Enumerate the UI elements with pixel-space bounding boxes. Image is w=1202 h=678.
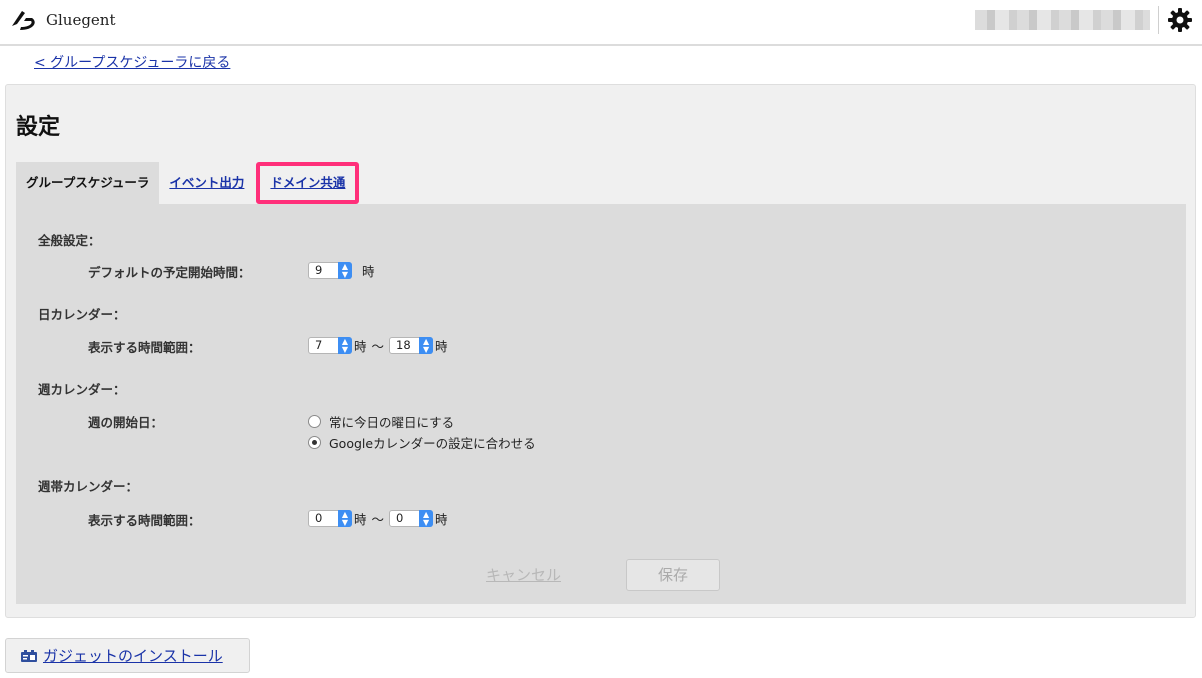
radio-label: 常に今日の曜日にする <box>329 415 455 430</box>
app-name: Gluegent <box>46 11 116 29</box>
hour-unit: 時 <box>354 512 367 527</box>
gear-icon[interactable] <box>1167 7 1193 33</box>
back-to-scheduler-link[interactable]: < グループスケジューラに戻る <box>34 52 230 72</box>
weekband-to-value: 0 <box>396 511 404 525</box>
cancel-button[interactable]: キャンセル <box>486 564 561 585</box>
day-range-label: 表示する時間範囲： <box>88 340 201 355</box>
range-separator: 〜 <box>371 339 385 354</box>
tab-content: 全般設定： デフォルトの予定開始時間： 9 ▲ ▼ 時 日カレンダー： 表示する時… <box>16 204 1186 604</box>
radio-button[interactable] <box>308 415 321 428</box>
hour-unit: 時 <box>354 339 367 354</box>
day-from-select[interactable]: 7 ▲ ▼ <box>308 337 352 354</box>
hour-unit: 時 <box>435 339 448 354</box>
chevron-updown-icon: ▲ ▼ <box>338 510 352 527</box>
weekband-range-label: 表示する時間範囲： <box>88 513 201 528</box>
day-to-value: 18 <box>396 338 411 352</box>
day-range-control: 7 ▲ ▼ 時 〜 18 ▲ ▼ 時 <box>308 336 448 355</box>
day-from-value: 7 <box>315 338 323 352</box>
logo[interactable]: Gluegent <box>10 8 116 32</box>
week-calendar-section-label: 週カレンダー： <box>38 382 126 397</box>
tab-domain-common[interactable]: ドメイン共通 <box>256 162 360 204</box>
default-start-value: 9 <box>315 263 323 277</box>
day-to-select[interactable]: 18 ▲ ▼ <box>389 337 434 354</box>
chevron-updown-icon: ▲ ▼ <box>338 262 352 279</box>
default-start-select[interactable]: 9 ▲ ▼ <box>308 262 352 279</box>
page-title: 設定 <box>16 115 61 140</box>
tab-event-export[interactable]: イベント出力 <box>159 162 254 204</box>
header-divider <box>1158 6 1159 34</box>
hour-unit: 時 <box>362 264 375 279</box>
weekband-calendar-section-label: 週帯カレンダー： <box>38 479 139 494</box>
gluegent-logo-icon <box>12 11 35 30</box>
weekband-range-control: 0 ▲ ▼ 時 〜 0 ▲ ▼ 時 <box>308 509 448 528</box>
hour-unit: 時 <box>435 512 448 527</box>
default-start-control: 9 ▲ ▼ 時 <box>308 261 375 280</box>
radio-button-checked[interactable] <box>308 436 321 449</box>
weekband-from-value: 0 <box>315 511 323 525</box>
gadget-install-label: ガジェットのインストール <box>43 647 223 665</box>
gadget-icon <box>21 649 37 662</box>
tab-group-scheduler[interactable]: グループスケジューラ <box>16 162 160 204</box>
week-start-option-today[interactable]: 常に今日の曜日にする <box>308 412 454 431</box>
range-separator: 〜 <box>371 512 385 527</box>
gadget-install-button[interactable]: ガジェットのインストール <box>5 638 250 673</box>
week-start-label: 週の開始日： <box>88 415 164 430</box>
chevron-updown-icon: ▲ ▼ <box>338 337 352 354</box>
settings-tabs: グループスケジューラ イベント出力 ドメイン共通 <box>16 162 360 204</box>
settings-panel: 設定 グループスケジューラ イベント出力 ドメイン共通 全般設定： デフォルトの… <box>5 84 1196 618</box>
save-button[interactable]: 保存 <box>626 559 720 591</box>
user-account-redacted[interactable] <box>975 10 1150 30</box>
app-header: Gluegent <box>0 0 1202 46</box>
default-start-label: デフォルトの予定開始時間： <box>88 265 251 280</box>
weekband-to-select[interactable]: 0 ▲ ▼ <box>389 510 434 527</box>
chevron-updown-icon: ▲ ▼ <box>419 510 434 527</box>
general-section-label: 全般設定： <box>38 233 101 248</box>
chevron-updown-icon: ▲ ▼ <box>419 337 434 354</box>
day-calendar-section-label: 日カレンダー： <box>38 307 126 322</box>
week-start-option-google[interactable]: Googleカレンダーの設定に合わせる <box>308 433 536 452</box>
weekband-from-select[interactable]: 0 ▲ ▼ <box>308 510 352 527</box>
radio-label: Googleカレンダーの設定に合わせる <box>329 436 536 451</box>
